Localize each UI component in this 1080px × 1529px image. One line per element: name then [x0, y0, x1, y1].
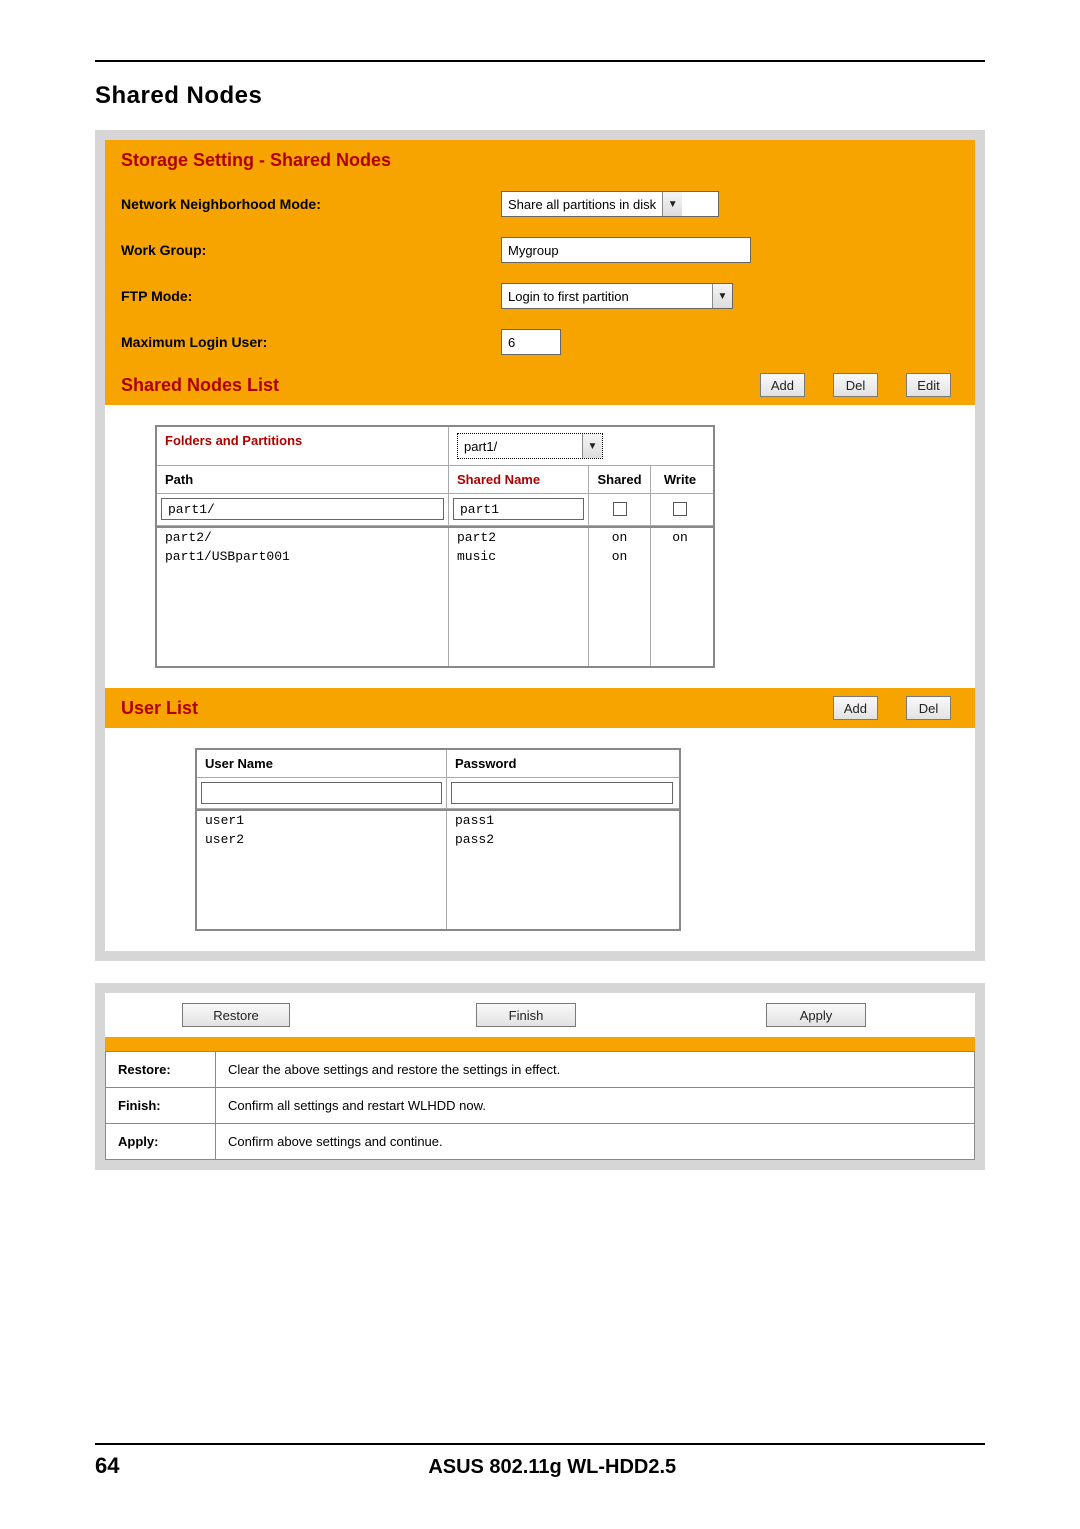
- checkbox-write[interactable]: [673, 502, 687, 516]
- user-add-button[interactable]: Add: [833, 696, 878, 720]
- amber-strip: [105, 1037, 975, 1051]
- input-username[interactable]: [201, 782, 442, 804]
- page-footer: 64 ASUS 802.11g WL-HDD2.5: [95, 1443, 985, 1479]
- user-table: User Name Password user1 user2 pass1 pas…: [195, 748, 681, 931]
- label-nn-mode: Network Neighborhood Mode:: [121, 196, 501, 212]
- actions-bar: Restore Finish Apply: [105, 993, 975, 1037]
- top-rule: [95, 60, 985, 62]
- cell-user: user2: [197, 830, 446, 849]
- cell-write: on: [651, 528, 709, 547]
- select-nn-mode[interactable]: Share all partitions in disk ▼: [501, 191, 719, 217]
- user-del-button[interactable]: Del: [906, 696, 951, 720]
- input-shared-name[interactable]: [453, 498, 584, 520]
- desc-row-finish: Finish: Confirm all settings and restart…: [106, 1088, 975, 1124]
- input-workgroup[interactable]: [501, 237, 751, 263]
- input-password[interactable]: [451, 782, 673, 804]
- apply-button[interactable]: Apply: [766, 1003, 866, 1027]
- footer-title: ASUS 802.11g WL-HDD2.5: [119, 1456, 985, 1479]
- finish-button[interactable]: Finish: [476, 1003, 576, 1027]
- row-workgroup: Work Group:: [105, 227, 975, 273]
- actions-desc-table: Restore: Clear the above settings and re…: [105, 1051, 975, 1160]
- shared-nodes-list-bar: Shared Nodes List Add Del Edit: [105, 365, 975, 405]
- desc-row-restore: Restore: Clear the above settings and re…: [106, 1052, 975, 1088]
- nodes-table-header-row: Path Shared Name Shared Write: [157, 466, 713, 494]
- cell-shared: on: [589, 528, 650, 547]
- page-title: Shared Nodes: [95, 82, 985, 110]
- user-table-wrap: User Name Password user1 user2 pass1 pas…: [105, 728, 975, 951]
- col-name: Shared Name: [449, 466, 589, 493]
- label-ftp-mode: FTP Mode:: [121, 288, 501, 304]
- col-username: User Name: [197, 750, 447, 777]
- user-row-editable: [197, 778, 679, 809]
- folders-partitions-label: Folders and Partitions: [157, 427, 449, 465]
- label-workgroup: Work Group:: [121, 242, 501, 258]
- restore-button[interactable]: Restore: [182, 1003, 290, 1027]
- nodes-table: Folders and Partitions part1/ ▼ Path Sha…: [155, 425, 715, 668]
- chevron-down-icon: ▼: [662, 192, 682, 216]
- user-table-header: User Name Password: [197, 750, 679, 778]
- chevron-down-icon: ▼: [582, 434, 602, 458]
- col-path: Path: [157, 466, 449, 493]
- checkbox-shared[interactable]: [613, 502, 627, 516]
- actions-panel: Restore Finish Apply Restore: Clear the …: [95, 983, 985, 1170]
- desc-key-restore: Restore:: [106, 1052, 216, 1088]
- cell-shared: on: [589, 547, 650, 566]
- cell-path: part1/USBpart001: [157, 547, 448, 566]
- page-number: 64: [95, 1453, 119, 1479]
- cell-pass: pass2: [447, 830, 677, 849]
- user-body: user1 user2 pass1 pass2: [197, 809, 679, 929]
- cell-name: music: [449, 547, 588, 566]
- del-button[interactable]: Del: [833, 373, 878, 397]
- input-max-user[interactable]: [501, 329, 561, 355]
- desc-val-finish: Confirm all settings and restart WLHDD n…: [216, 1088, 975, 1124]
- user-list-bar: User List Add Del: [105, 688, 975, 728]
- cell-pass: pass1: [447, 811, 677, 830]
- label-max-user: Maximum Login User:: [121, 334, 501, 350]
- col-write: Write: [651, 466, 709, 493]
- desc-key-apply: Apply:: [106, 1124, 216, 1160]
- row-ftp-mode: FTP Mode: Login to first partition ▼: [105, 273, 975, 319]
- panel-title: Storage Setting - Shared Nodes: [121, 150, 391, 171]
- row-max-user: Maximum Login User:: [105, 319, 975, 365]
- row-nn-mode: Network Neighborhood Mode: Share all par…: [105, 181, 975, 227]
- desc-row-apply: Apply: Confirm above settings and contin…: [106, 1124, 975, 1160]
- nodes-table-wrap: Folders and Partitions part1/ ▼ Path Sha…: [105, 405, 975, 688]
- storage-panel: Storage Setting - Shared Nodes Network N…: [95, 130, 985, 961]
- nodes-body: part2/ part1/USBpart001 part2 music on o…: [157, 526, 713, 666]
- input-path[interactable]: [161, 498, 444, 520]
- cell-name: part2: [449, 528, 588, 547]
- col-shared: Shared: [589, 466, 651, 493]
- nodes-row-editable: [157, 494, 713, 526]
- col-password: Password: [447, 750, 677, 777]
- cell-write: [651, 547, 709, 551]
- folders-partitions-row: Folders and Partitions part1/ ▼: [157, 427, 713, 466]
- cell-path: part2/: [157, 528, 448, 547]
- select-fp-value: part1/: [458, 439, 582, 454]
- chevron-down-icon: ▼: [712, 284, 732, 308]
- desc-key-finish: Finish:: [106, 1088, 216, 1124]
- footer-rule: [95, 1443, 985, 1445]
- edit-button[interactable]: Edit: [906, 373, 951, 397]
- shared-nodes-list-title: Shared Nodes List: [121, 375, 760, 396]
- select-ftp-mode-value: Login to first partition: [502, 289, 712, 304]
- select-nn-mode-value: Share all partitions in disk: [502, 197, 662, 212]
- select-ftp-mode[interactable]: Login to first partition ▼: [501, 283, 733, 309]
- cell-user: user1: [197, 811, 446, 830]
- add-button[interactable]: Add: [760, 373, 805, 397]
- select-folder-partition[interactable]: part1/ ▼: [457, 433, 603, 459]
- desc-val-restore: Clear the above settings and restore the…: [216, 1052, 975, 1088]
- user-list-title: User List: [121, 698, 833, 719]
- panel-title-bar: Storage Setting - Shared Nodes: [105, 140, 975, 181]
- desc-val-apply: Confirm above settings and continue.: [216, 1124, 975, 1160]
